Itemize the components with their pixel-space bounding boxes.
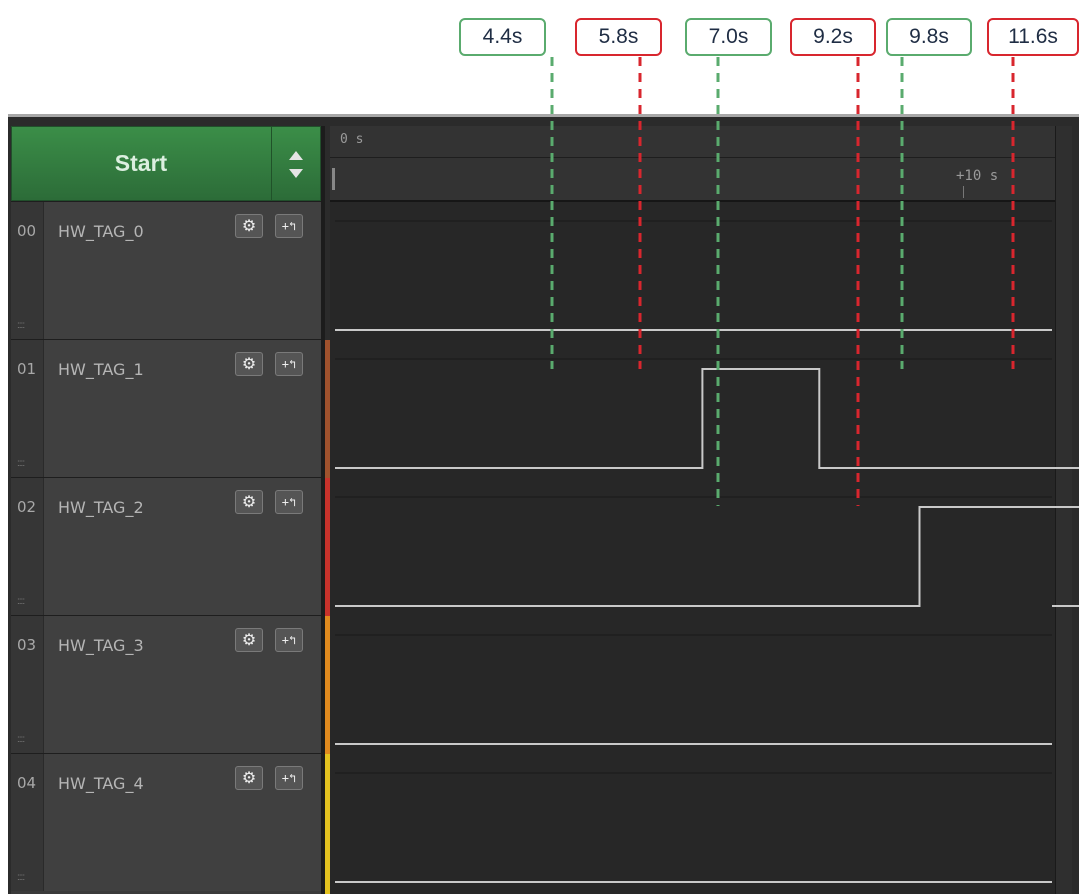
triangle-up-icon[interactable] bbox=[289, 151, 303, 160]
speed-stepper[interactable] bbox=[271, 127, 321, 200]
channel-name[interactable]: HW_TAG_2 bbox=[58, 498, 144, 517]
trigger-edge-icon[interactable]: +↰ bbox=[275, 352, 303, 376]
channel-number: 03 :::: bbox=[11, 616, 44, 753]
waveform-area[interactable] bbox=[330, 202, 1055, 894]
vertical-scrollbar[interactable] bbox=[1055, 126, 1072, 894]
gear-icon[interactable]: ⚙ bbox=[235, 628, 263, 652]
start-bar: Start bbox=[11, 126, 321, 201]
time-tick-mark bbox=[963, 186, 964, 198]
gear-icon[interactable]: ⚙ bbox=[235, 352, 263, 376]
drag-handle-icon[interactable]: :::: bbox=[17, 458, 25, 469]
drag-handle-icon[interactable]: :::: bbox=[17, 734, 25, 745]
annotation-4-4s: 4.4s bbox=[459, 18, 546, 56]
annotation-7-0s: 7.0s bbox=[685, 18, 772, 56]
gear-icon[interactable]: ⚙ bbox=[235, 490, 263, 514]
annotation-9-8s: 9.8s bbox=[886, 18, 972, 56]
channel-panel: Start 00 :::: HW_TAG_0 ⚙ +↰ 01 :::: HW_T… bbox=[11, 126, 321, 894]
channel-name[interactable]: HW_TAG_0 bbox=[58, 222, 144, 241]
channel-row-1: 01 :::: HW_TAG_1 ⚙ +↰ bbox=[11, 339, 321, 477]
channel-number-label: 04 bbox=[17, 774, 37, 792]
channel-name[interactable]: HW_TAG_4 bbox=[58, 774, 144, 793]
time-ruler[interactable]: 0 s +10 s bbox=[330, 126, 1070, 202]
channel-row-2: 02 :::: HW_TAG_2 ⚙ +↰ bbox=[11, 477, 321, 615]
trigger-edge-icon[interactable]: +↰ bbox=[275, 628, 303, 652]
screenshot-stage: 4.4s 5.8s 7.0s 9.2s 9.8s 11.6s Start 00 … bbox=[0, 0, 1079, 894]
channel-number-label: 03 bbox=[17, 636, 37, 654]
drag-handle-icon[interactable]: :::: bbox=[17, 872, 25, 883]
trigger-edge-icon[interactable]: +↰ bbox=[275, 766, 303, 790]
channel-number-label: 02 bbox=[17, 498, 37, 516]
channel-name[interactable]: HW_TAG_1 bbox=[58, 360, 144, 379]
trigger-edge-icon[interactable]: +↰ bbox=[275, 214, 303, 238]
channel-row-0: 00 :::: HW_TAG_0 ⚙ +↰ bbox=[11, 201, 321, 339]
time-tick-label: +10 s bbox=[956, 168, 999, 184]
annotation-5-8s: 5.8s bbox=[575, 18, 662, 56]
gear-icon[interactable]: ⚙ bbox=[235, 766, 263, 790]
channel-name[interactable]: HW_TAG_3 bbox=[58, 636, 144, 655]
annotation-9-2s: 9.2s bbox=[790, 18, 876, 56]
start-button[interactable]: Start bbox=[12, 127, 270, 200]
drag-handle-icon[interactable]: :::: bbox=[17, 320, 25, 331]
annotation-11-6s: 11.6s bbox=[987, 18, 1079, 56]
channel-number-label: 01 bbox=[17, 360, 37, 378]
trigger-edge-icon[interactable]: +↰ bbox=[275, 490, 303, 514]
logic-analyzer-window: Start 00 :::: HW_TAG_0 ⚙ +↰ 01 :::: HW_T… bbox=[8, 114, 1079, 894]
triangle-down-icon[interactable] bbox=[289, 169, 303, 178]
channel-number: 01 :::: bbox=[11, 340, 44, 477]
gear-icon[interactable]: ⚙ bbox=[235, 214, 263, 238]
drag-handle-icon[interactable]: :::: bbox=[17, 596, 25, 607]
timeline-panel: 0 s +10 s bbox=[330, 126, 1070, 894]
channel-number: 04 :::: bbox=[11, 754, 44, 891]
channel-number-label: 00 bbox=[17, 222, 37, 240]
channel-number: 00 :::: bbox=[11, 202, 44, 339]
time-origin-label: 0 s bbox=[340, 132, 364, 147]
channel-row-3: 03 :::: HW_TAG_3 ⚙ +↰ bbox=[11, 615, 321, 753]
channel-number: 02 :::: bbox=[11, 478, 44, 615]
ruler-divider bbox=[330, 157, 1055, 158]
left-marker-handle[interactable] bbox=[332, 168, 335, 190]
channel-row-4: 04 :::: HW_TAG_4 ⚙ +↰ bbox=[11, 753, 321, 891]
